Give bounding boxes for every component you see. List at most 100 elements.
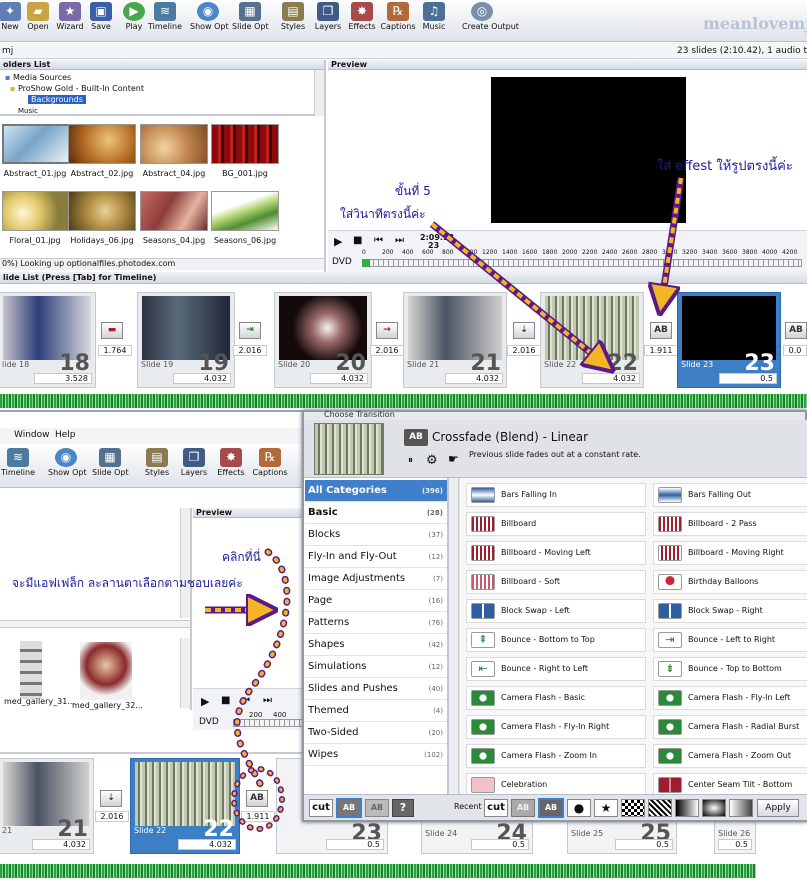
transition-item[interactable]: ⇤ Bounce - Right to Left (466, 657, 646, 681)
transition-item[interactable]: Billboard - Soft (466, 570, 646, 594)
skip-back-icon[interactable]: ⏮ (374, 235, 383, 246)
category-scrollbar[interactable] (449, 478, 459, 794)
skip-back-icon[interactable]: ⏮ (241, 695, 250, 706)
show-options-button[interactable]: ◉ Show Opt (190, 2, 229, 31)
hand-pointer-icon[interactable]: ☛ (448, 452, 459, 466)
play-icon[interactable]: ▶ (201, 695, 209, 708)
lower-thumb-2[interactable] (80, 642, 132, 700)
thumbnail-abstract-02[interactable] (68, 124, 136, 164)
transition-time[interactable]: 2.016 (95, 811, 129, 822)
radial-icon[interactable] (702, 799, 726, 817)
timeline-button[interactable]: ≋ Timeline (147, 2, 183, 31)
transition-item[interactable]: Block Swap - Right (653, 599, 807, 623)
category-themed[interactable]: Themed (4) (305, 700, 447, 722)
transition-icon[interactable]: ⇣ (513, 322, 535, 339)
skip-forward-icon[interactable]: ⏭ (395, 235, 404, 246)
captions-button[interactable]: ℞ Captions (252, 448, 288, 477)
transition-item[interactable]: Billboard - Moving Left (466, 541, 646, 565)
open-button[interactable]: ▰ Open (20, 2, 56, 31)
transition-time[interactable]: 2.016 (370, 345, 404, 356)
transition-item[interactable]: Billboard (466, 512, 646, 536)
thumbnail-holidays-06[interactable] (68, 191, 136, 231)
crossfade-quick-button[interactable]: AB (336, 798, 362, 818)
transition-item[interactable]: Block Swap - Left (466, 599, 646, 623)
layers-button[interactable]: ❐ Layers (310, 2, 346, 31)
category-fly-in-out[interactable]: Fly-In and Fly-Out (12) (305, 546, 447, 568)
category-slides-pushes[interactable]: Slides and Pushes (40) (305, 678, 447, 700)
tree-item-proshow-content[interactable]: ▪ ProShow Gold - Built-In Content (10, 84, 144, 93)
transition-item[interactable]: Center Seam Tilt - Bottom (653, 773, 807, 794)
tree-scrollbar[interactable] (314, 70, 324, 116)
pattern-icon[interactable] (648, 799, 672, 817)
lower-slide-22-selected[interactable]: Slide 22 22 4.032 (130, 758, 240, 854)
thumbnail-seasons-06[interactable] (211, 191, 279, 231)
transition-time[interactable]: 1.911 (241, 811, 275, 822)
random-transition-button[interactable]: ? (392, 799, 414, 817)
menu-window[interactable]: Window (14, 430, 50, 440)
checker-icon[interactable] (621, 799, 645, 817)
category-wipes[interactable]: Wipes (102) (305, 744, 447, 766)
slide-21[interactable]: Slide 21 21 4.032 (403, 292, 507, 388)
transition-item[interactable]: Billboard - 2 Pass (653, 512, 807, 536)
recent-cut[interactable]: cut (484, 799, 508, 817)
transition-time[interactable]: 2.016 (507, 345, 541, 356)
transition-item[interactable]: Billboard - Moving Right (653, 541, 807, 565)
recent-crossfade-selected[interactable]: AB (538, 798, 564, 818)
category-all[interactable]: All Categories (396) (305, 480, 447, 502)
timeline-button[interactable]: ≋ Timeline (0, 448, 36, 477)
category-basic[interactable]: Basic (28) (305, 502, 447, 524)
transition-time[interactable]: 1.911 (644, 345, 678, 356)
gradient-icon[interactable] (675, 799, 699, 817)
save-button[interactable]: ▣ Save (83, 2, 119, 31)
transition-item[interactable]: Bars Falling In (466, 483, 646, 507)
transition-item[interactable]: ⇟ Bounce - Top to Bottom (653, 657, 807, 681)
slide-options-button[interactable]: ▦ Slide Opt (92, 448, 129, 477)
thumbnail-bg-001[interactable] (211, 124, 279, 164)
styles-button[interactable]: ▤ Styles (139, 448, 175, 477)
slide-options-button[interactable]: ▦ Slide Opt (232, 2, 269, 31)
create-output-button[interactable]: ◎ Create Output (462, 2, 519, 31)
transition-crossfade-icon[interactable]: AB (650, 322, 672, 339)
skip-forward-icon[interactable]: ⏭ (263, 695, 272, 706)
transition-icon[interactable]: ⇥ (239, 322, 261, 339)
show-options-button[interactable]: ◉ Show Opt (48, 448, 87, 477)
transition-time[interactable]: 1.764 (98, 345, 132, 356)
transition-crossfade-icon[interactable]: AB (785, 322, 807, 339)
stop-icon[interactable]: ■ (353, 235, 362, 246)
category-shapes[interactable]: Shapes (42) (305, 634, 447, 656)
thumbnail-abstract-01[interactable] (2, 124, 70, 164)
thumbnail-abstract-04[interactable] (140, 124, 208, 164)
slide-20[interactable]: Slide 20 20 4.032 (274, 292, 372, 388)
transition-item[interactable]: Bars Falling Out (653, 483, 807, 507)
transition-icon[interactable]: ▬ (101, 322, 123, 339)
layers-button[interactable]: ❐ Layers (176, 448, 212, 477)
play-icon[interactable]: ▶ (334, 235, 342, 248)
slide-18[interactable]: lide 18 18 3.528 (0, 292, 96, 388)
recent-crossfade[interactable]: AB (511, 799, 535, 817)
transition-crossfade-icon[interactable]: AB (246, 790, 268, 807)
category-blocks[interactable]: Blocks (37) (305, 524, 447, 546)
transition-item[interactable]: Camera Flash - Basic (466, 686, 646, 710)
styles-button[interactable]: ▤ Styles (275, 2, 311, 31)
tree-item-music[interactable]: Music (18, 107, 38, 115)
category-simulations[interactable]: Simulations (12) (305, 656, 447, 678)
transition-item[interactable]: Camera Flash - Zoom Out (653, 744, 807, 768)
lower-thumb-1[interactable] (20, 641, 42, 699)
transition-icon[interactable]: → (376, 322, 398, 339)
effects-button[interactable]: ✸ Effects (213, 448, 249, 477)
transition-item[interactable]: Camera Flash - Radial Burst (653, 715, 807, 739)
transition-item[interactable]: ⇞ Bounce - Bottom to Top (466, 628, 646, 652)
transition-time[interactable]: 0.0 (783, 345, 807, 356)
star-icon[interactable]: ★ (594, 799, 618, 817)
stop-icon[interactable]: ■ (221, 695, 230, 706)
slide-19[interactable]: Slide 19 19 4.032 (137, 292, 235, 388)
transition-icon[interactable]: ⇣ (100, 790, 122, 807)
transition-item[interactable]: Camera Flash - Fly-In Left (653, 686, 807, 710)
category-image-adjustments[interactable]: Image Adjustments (7) (305, 568, 447, 590)
crossfade-alt-button[interactable]: AB (365, 799, 389, 817)
thumbnail-seasons-04[interactable] (140, 191, 208, 231)
transition-item[interactable]: Camera Flash - Zoom In (466, 744, 646, 768)
menu-help[interactable]: Help (55, 430, 76, 440)
apply-button[interactable]: Apply (757, 799, 799, 817)
transition-item[interactable]: Birthday Balloons (653, 570, 807, 594)
